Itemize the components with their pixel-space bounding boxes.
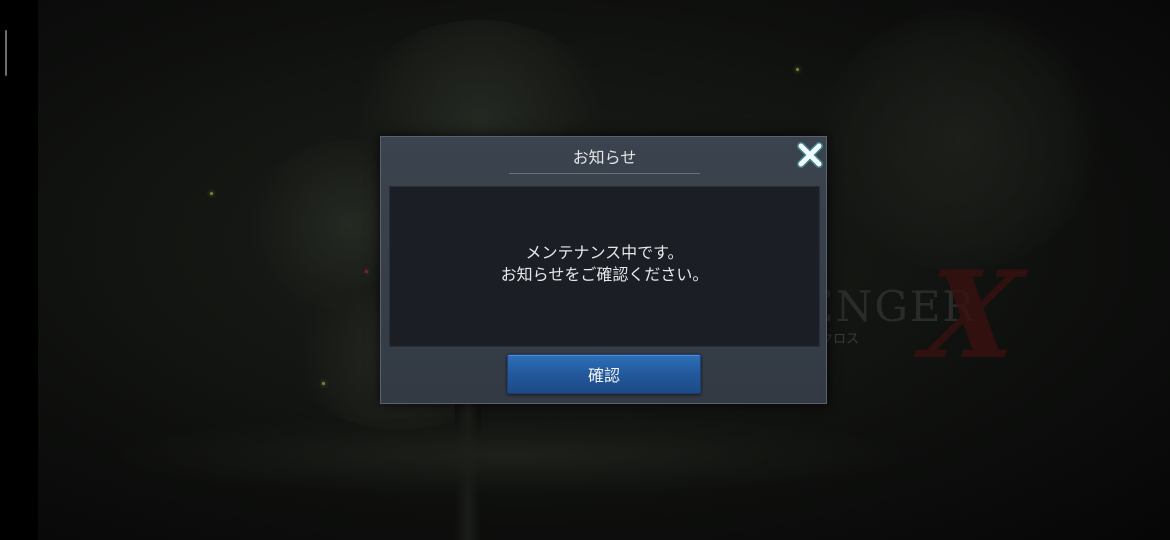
close-x-icon: [797, 142, 823, 168]
message-line-1: メンテナンス中です。: [525, 243, 684, 262]
title-divider: [509, 173, 700, 174]
notice-message: メンテナンス中です。 お知らせをご確認ください。: [390, 242, 819, 286]
confirm-button[interactable]: 確認: [507, 354, 701, 394]
firefly: [322, 382, 325, 385]
firefly: [365, 270, 368, 273]
dialog-title: お知らせ: [572, 148, 637, 167]
tree-canopy: [820, 10, 1100, 270]
close-button[interactable]: [794, 139, 826, 171]
confirm-button-label: 確認: [587, 366, 620, 385]
message-line-2: お知らせをご確認ください。: [500, 265, 709, 284]
notice-dialog: お知らせ メンテナンス中です。 お知らせをご確認ください。 確認: [380, 136, 827, 404]
game-screen: DARK AVENGER X クロス お知らせ メンテナンス中です。 お知らせを…: [0, 0, 1170, 540]
message-panel: メンテナンス中です。 お知らせをご確認ください。: [389, 186, 820, 347]
left-black-strip: [0, 0, 38, 540]
side-indicator-line: [5, 30, 7, 76]
ground-glow: [120, 415, 900, 495]
firefly: [210, 192, 213, 195]
firefly: [796, 68, 799, 71]
